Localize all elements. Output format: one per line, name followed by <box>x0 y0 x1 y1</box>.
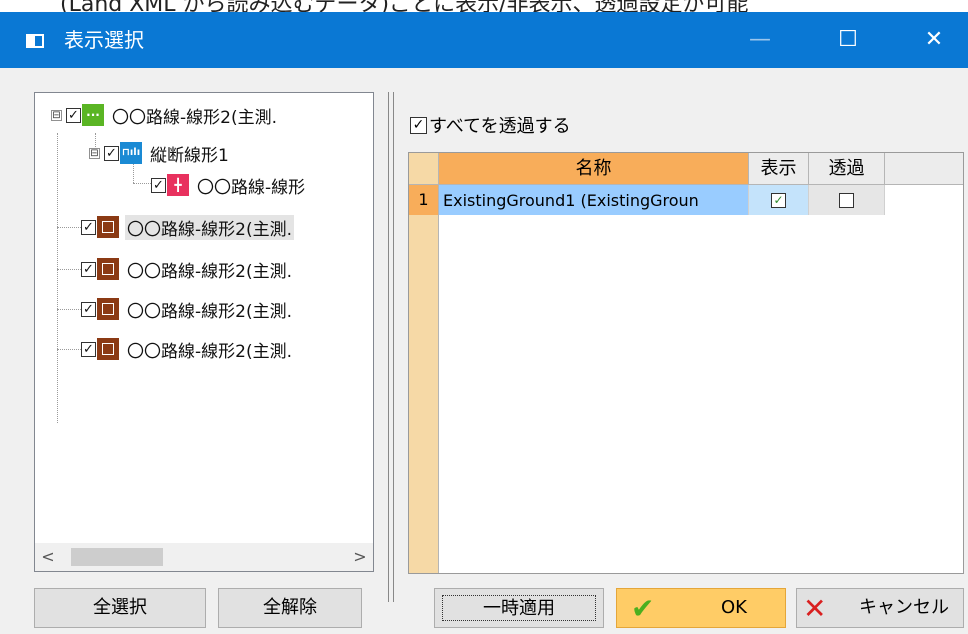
tree-item-checkbox[interactable]: ✓ <box>66 107 81 123</box>
tree-line <box>57 133 58 423</box>
tree-item-alignment[interactable]: ✓ ╋ 〇〇路線-線形 <box>151 173 307 198</box>
tree-item-label[interactable]: 〇〇路線-線形2(主測. <box>125 297 294 322</box>
tree-line <box>57 227 83 228</box>
tree-item-surface[interactable]: ✓ 〇〇路線-線形2(主測. <box>81 214 294 240</box>
tree-item-checkbox[interactable]: ✓ <box>104 145 119 161</box>
tree-item-label[interactable]: 〇〇路線-線形2(主測. <box>125 257 294 282</box>
layer-grid[interactable]: 名称 表示 透過 1 ExistingGround1 (ExistingGrou… <box>408 152 964 574</box>
horizontal-scrollbar[interactable]: < > <box>35 543 373 571</box>
tree-line <box>57 309 83 310</box>
grid-header: 名称 表示 透過 <box>409 153 963 185</box>
layout-icon: ··· <box>82 104 104 126</box>
tree-item-checkbox[interactable]: ✓ <box>81 301 96 317</box>
column-header-transparent[interactable]: 透過 <box>809 153 885 185</box>
all-transparent-checkbox[interactable]: ✓ <box>410 116 427 134</box>
show-checkbox[interactable]: ✓ <box>771 192 786 208</box>
display-selection-dialog: ⊟ ✓ ··· 〇〇路線-線形2(主測. ⊟ ✓ ⊓ılı 縦断線形1 ✓ ╋ … <box>0 68 968 634</box>
surface-icon <box>97 338 119 360</box>
surface-icon <box>97 258 119 280</box>
cancel-button[interactable]: ✕ キャンセル <box>796 588 964 628</box>
collapse-icon[interactable]: ⊟ <box>51 109 62 121</box>
tree-item-label[interactable]: 〇〇路線-線形2(主測. <box>110 103 279 128</box>
tree-item-surface[interactable]: ✓ 〇〇路線-線形2(主測. <box>81 337 294 362</box>
tree-item-checkbox[interactable]: ✓ <box>81 261 96 277</box>
alignment-icon: ╋ <box>167 174 189 196</box>
cancel-label: キャンセル <box>859 597 949 618</box>
check-icon: ✔ <box>631 592 655 625</box>
tree-line <box>57 349 83 350</box>
scroll-right-button[interactable]: > <box>347 543 373 571</box>
tree-line <box>57 269 83 270</box>
minimize-button[interactable]: — <box>738 22 782 58</box>
scroll-left-button[interactable]: < <box>35 543 61 571</box>
tree-item-checkbox[interactable]: ✓ <box>81 219 96 235</box>
panel-splitter[interactable] <box>388 92 394 602</box>
row-header-strip <box>409 215 439 573</box>
layer-tree[interactable]: ⊟ ✓ ··· 〇〇路線-線形2(主測. ⊟ ✓ ⊓ılı 縦断線形1 ✓ ╋ … <box>34 92 374 572</box>
tree-item-profile[interactable]: ⊟ ✓ ⊓ılı 縦断線形1 <box>89 141 231 166</box>
all-transparent-label[interactable]: すべてを透過する <box>429 112 571 138</box>
title-bar: 表示選択 — ☐ ✕ <box>0 12 968 68</box>
maximize-button[interactable]: ☐ <box>826 22 870 58</box>
column-header-show[interactable]: 表示 <box>749 153 809 185</box>
temporary-apply-label: 一時適用 <box>442 595 596 621</box>
transparent-checkbox[interactable] <box>839 192 854 208</box>
cell-name[interactable]: ExistingGround1 (ExistingGroun <box>439 185 749 215</box>
temporary-apply-button[interactable]: 一時適用 <box>434 588 604 628</box>
profile-icon: ⊓ılı <box>120 142 142 164</box>
profile-icon-glyph: ⊓ılı <box>121 143 141 163</box>
tree-item-label[interactable]: 〇〇路線-線形2(主測. <box>125 214 294 240</box>
scrollbar-thumb[interactable] <box>71 548 163 566</box>
background-caption-strip: (Land XML から読み込むデータ)ごとに表示/非表示、透過設定が可能 <box>0 0 968 12</box>
table-row[interactable]: 1 ExistingGround1 (ExistingGroun ✓ <box>409 185 885 215</box>
column-header-name[interactable]: 名称 <box>439 153 749 185</box>
column-header-filler <box>885 153 963 185</box>
background-caption: (Land XML から読み込むデータ)ごとに表示/非表示、透過設定が可能 <box>60 0 749 12</box>
surface-icon <box>97 298 119 320</box>
tree-item-label[interactable]: 〇〇路線-線形2(主測. <box>125 337 294 362</box>
tree-item-checkbox[interactable]: ✓ <box>81 341 96 357</box>
ok-button[interactable]: ✔ OK <box>616 588 786 628</box>
tree-item-layout[interactable]: ⊟ ✓ ··· 〇〇路線-線形2(主測. <box>51 103 279 128</box>
grid-corner <box>409 153 439 185</box>
surface-icon <box>97 216 119 238</box>
all-transparent-toggle[interactable]: ✓ すべてを透過する <box>410 112 571 138</box>
tree-item-surface[interactable]: ✓ 〇〇路線-線形2(主測. <box>81 297 294 322</box>
window-icon <box>26 34 44 48</box>
select-all-button[interactable]: 全選択 <box>34 588 206 628</box>
close-icon: ✕ <box>803 592 827 625</box>
close-button[interactable]: ✕ <box>912 22 956 58</box>
tree-item-surface[interactable]: ✓ 〇〇路線-線形2(主測. <box>81 257 294 282</box>
window-title: 表示選択 <box>64 28 144 52</box>
row-number[interactable]: 1 <box>409 185 439 215</box>
tree-line <box>133 183 151 184</box>
collapse-icon[interactable]: ⊟ <box>89 147 100 159</box>
ok-label: OK <box>721 597 747 618</box>
tree-item-label[interactable]: 〇〇路線-線形 <box>195 173 307 198</box>
tree-item-label[interactable]: 縦断線形1 <box>148 141 231 166</box>
cell-transparent[interactable] <box>809 185 885 215</box>
deselect-all-button[interactable]: 全解除 <box>218 588 362 628</box>
cell-show[interactable]: ✓ <box>749 185 809 215</box>
tree-item-checkbox[interactable]: ✓ <box>151 177 166 193</box>
